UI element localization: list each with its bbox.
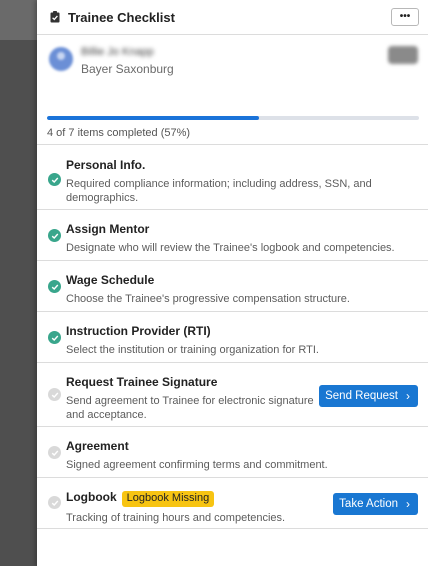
trainee-company: Bayer Saxonburg [81,62,174,76]
checklist-item-logbook[interactable]: Logbook Logbook Missing Tracking of trai… [37,478,428,529]
progress-text: 4 of 7 items completed (57%) [47,127,191,139]
page-backdrop [0,0,37,566]
checklist-item-request-signature[interactable]: Request Trainee Signature Send agreement… [37,363,428,427]
check-circle-icon [48,388,61,401]
checklist-item-description: Signed agreement confirming terms and co… [66,459,328,471]
checklist-item-title: Agreement [66,439,129,453]
checklist-item-description: Send agreement to Trainee for electronic… [66,395,314,421]
progress-bar-fill [47,116,260,120]
check-circle-icon [48,496,61,509]
check-circle-icon [48,446,61,459]
checklist-item-title: Wage Schedule [66,273,155,287]
panel-title: Trainee Checklist [68,9,175,25]
checklist-item-description: Required compliance information; includi… [66,178,372,204]
backdrop-header-strip [0,0,37,40]
checklist: Personal Info. Required compliance infor… [37,145,428,529]
trainee-name: Billie Jo Knapp [81,46,154,58]
trainee-profile: Billie Jo Knapp Bayer Saxonburg 4 of 7 i… [37,35,428,145]
take-action-label: Take Action [339,498,398,510]
checklist-item-personal-info[interactable]: Personal Info. Required compliance infor… [37,145,428,210]
checklist-item-description: Designate who will review the Trainee's … [66,242,395,254]
check-circle-icon [48,229,61,242]
checklist-item-title: Request Trainee Signature [66,375,218,389]
send-request-label: Send Request [325,390,398,402]
status-badge [388,46,418,64]
checklist-item-instruction-provider[interactable]: Instruction Provider (RTI) Select the in… [37,312,428,363]
chevron-right-icon: › [406,389,410,403]
check-circle-icon [48,331,61,344]
progress-bar [47,116,419,120]
checklist-item-assign-mentor[interactable]: Assign Mentor Designate who will review … [37,210,428,261]
checklist-item-description: Tracking of training hours and competenc… [66,512,286,524]
chevron-right-icon: › [406,497,410,511]
checklist-item-description: Choose the Trainee's progressive compens… [66,293,350,305]
send-request-button[interactable]: Send Request › [319,385,418,407]
checklist-item-wage-schedule[interactable]: Wage Schedule Choose the Trainee's progr… [37,261,428,312]
avatar [49,47,73,71]
checklist-item-description: Select the institution or training organ… [66,344,319,356]
check-circle-icon [48,280,61,293]
checklist-item-title: Logbook [66,490,117,504]
checklist-item-title: Personal Info. [66,158,146,172]
clipboard-check-icon [50,11,60,23]
check-circle-icon [48,173,61,186]
trainee-checklist-panel: Trainee Checklist ••• Billie Jo Knapp Ba… [37,0,428,566]
checklist-item-title: Assign Mentor [66,222,150,236]
checklist-item-title: Instruction Provider (RTI) [66,324,211,338]
avatar-person-icon [57,52,65,60]
checklist-item-agreement[interactable]: Agreement Signed agreement confirming te… [37,427,428,478]
take-action-button[interactable]: Take Action › [333,493,418,515]
panel-header: Trainee Checklist ••• [37,0,428,35]
more-options-button[interactable]: ••• [391,8,419,26]
checklist-item-title-text: Logbook [66,490,117,504]
logbook-missing-badge: Logbook Missing [121,491,215,507]
